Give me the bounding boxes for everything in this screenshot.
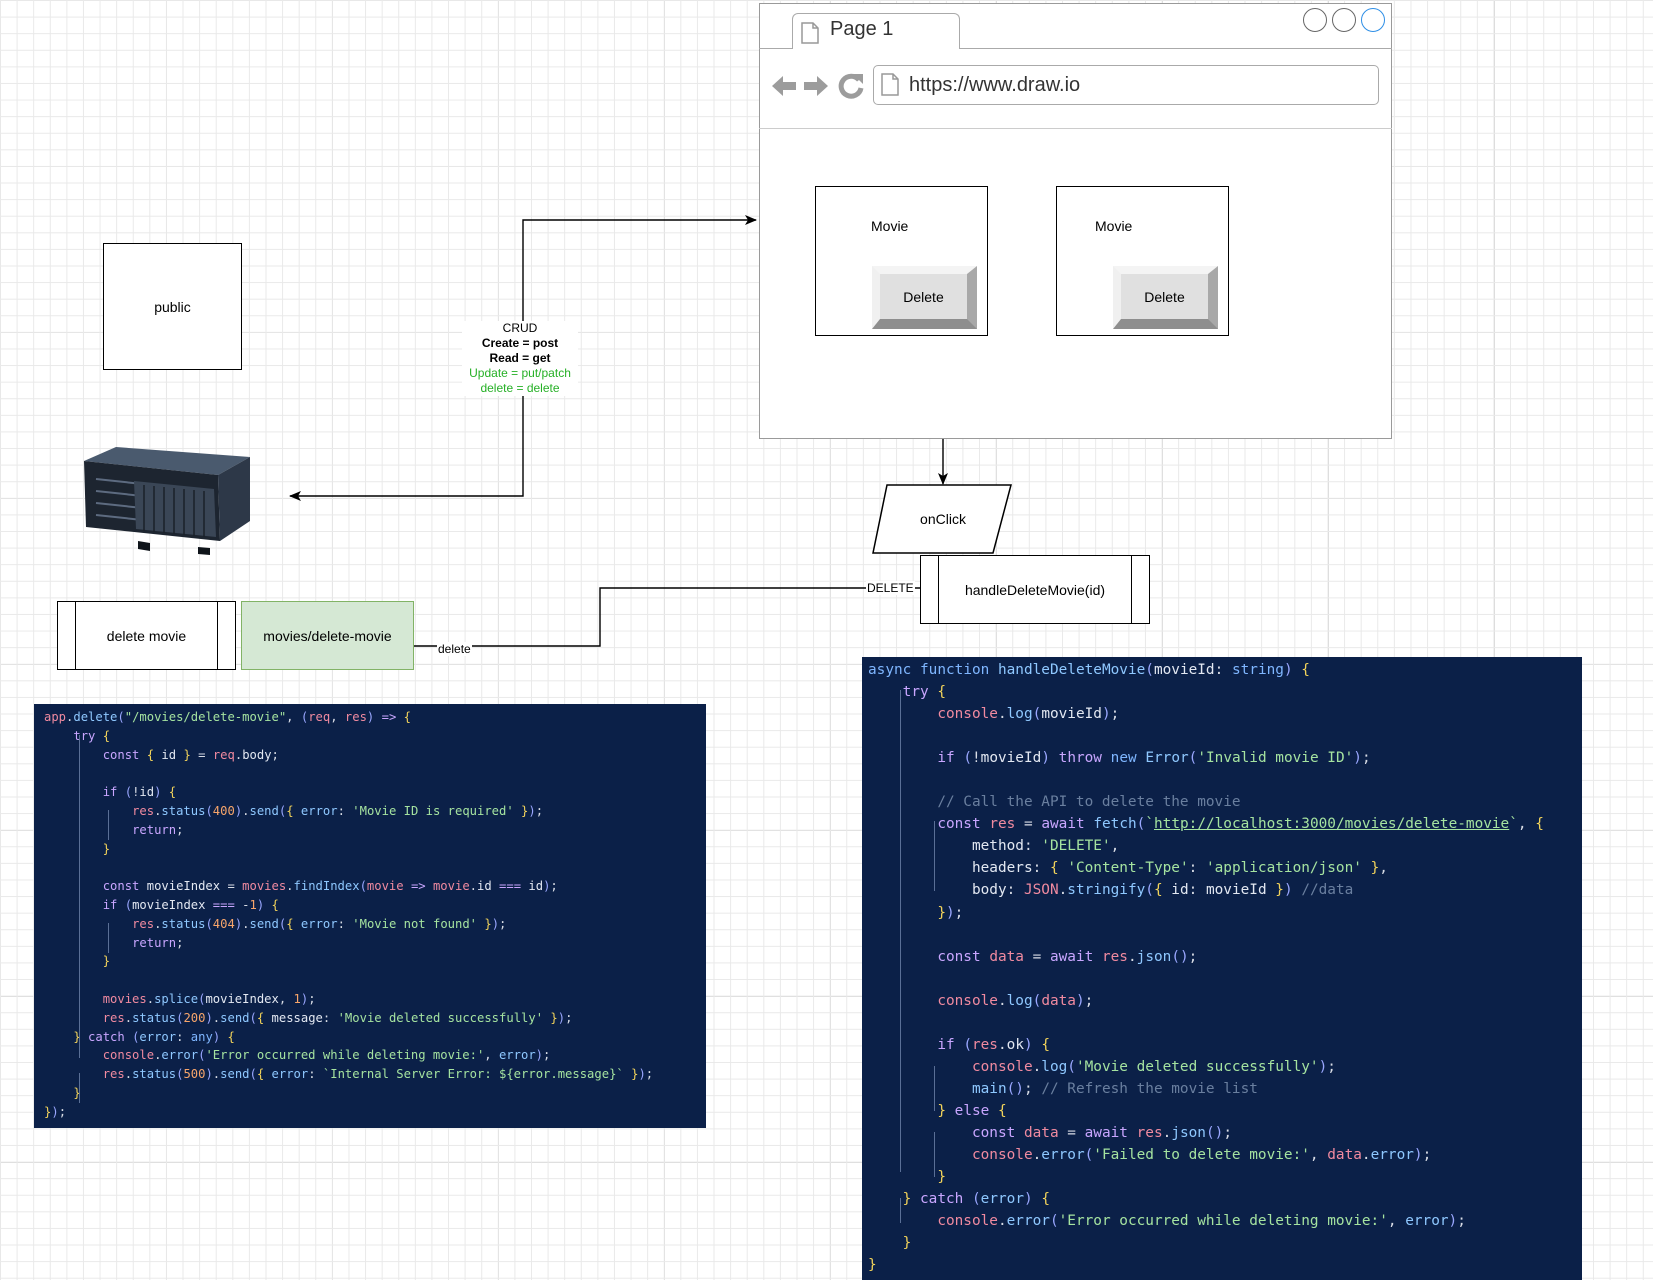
code-line: } catch (error) { [902,1191,1051,1208]
code-line: const movieIndex = movies.findIndex(movi… [102,879,558,894]
indent-guide [900,690,901,1172]
crud-create: Create = post [481,336,559,350]
code-line: // Call the API to delete the movie [937,794,1241,811]
code-line: console.error('Error occurred while dele… [102,1048,551,1063]
tab-title: Page 1 [830,18,894,40]
server-code-panel: app.delete("/movies/delete-movie", (req,… [34,704,706,1128]
code-line: movies.splice(movieIndex, 1); [102,991,316,1006]
indent-guide [900,1198,901,1223]
window-button-close[interactable] [1361,8,1385,32]
crud-update: Update = put/patch [469,366,571,380]
code-line: method: 'DELETE', [971,838,1120,855]
window-button-minimize[interactable] [1303,8,1327,32]
code-line: if (!id) { [102,785,177,800]
code-line: } [902,1235,912,1252]
movie-card-1-label: Movie [871,218,909,234]
delete-edge-label: delete [437,642,472,656]
movie-card-2-delete-button[interactable]: Delete [1113,266,1218,329]
code-line: } catch (error: any) { [73,1029,235,1044]
delete-movie-node[interactable]: delete movie [57,601,236,670]
back-arrow-icon[interactable] [770,72,798,100]
server-icon [84,447,250,555]
onclick-label: onClick [920,511,966,527]
code-line: } [102,954,111,969]
indent-guide [934,1132,935,1177]
code-line: res.status(500).send({ error: `Internal … [102,1067,654,1082]
crud-title: CRUD [502,321,538,335]
movie-card-2-label: Movie [1095,218,1133,234]
url-page-icon [881,73,899,96]
code-line: try { [73,728,111,743]
browser-divider [759,128,1392,129]
code-line: } [937,1169,946,1186]
delete-method-edge-label: DELETE [866,581,915,595]
crud-edge-label: CRUD Create = post Read = get Update = p… [462,321,578,396]
server-code-block: app.delete("/movies/delete-movie", (req,… [34,704,706,1122]
code-line: console.error('Error occurred while dele… [937,1213,1466,1230]
code-line: }); [44,1104,67,1119]
indent-guide [79,1073,80,1103]
client-code-panel: async function handleDeleteMovie(movieId… [862,657,1582,1280]
code-line: }); [937,904,964,921]
client-code-block: async function handleDeleteMovie(movieId… [862,657,1582,1276]
handler-to-route-connector[interactable] [413,587,920,647]
url-text: https://www.draw.io [909,74,1081,96]
code-line: if (!movieId) throw new Error('Invalid m… [937,750,1371,767]
code-line: headers: { 'Content-Type': 'application/… [971,860,1388,877]
movie-card-1-delete-button[interactable]: Delete [872,266,977,329]
code-line: console.log(data); [937,992,1094,1009]
forward-arrow-icon[interactable] [802,72,830,100]
route-node[interactable]: movies/delete-movie [241,601,414,670]
handle-delete-movie-node[interactable]: handleDeleteMovie(id) [920,555,1150,624]
code-line: app.delete("/movies/delete-movie", (req,… [44,710,411,724]
code-line: const { id } = req.body; [102,747,279,762]
crud-delete: delete = delete [480,381,560,395]
code-line: } else { [937,1102,1007,1119]
code-line: body: JSON.stringify({ id: movieId }) //… [971,882,1354,899]
code-line: } [73,1085,81,1100]
code-line: } [868,1257,877,1274]
code-line: const res = await fetch(`http://localhos… [937,816,1544,833]
indent-guide [934,1066,935,1111]
code-line: res.status(200).send({ message: 'Movie d… [102,1010,573,1025]
code-line: res.status(404).send({ error: 'Movie not… [132,916,507,931]
public-folder-node[interactable]: public [103,243,242,370]
code-line: } [102,841,111,856]
code-line: const data = await res.json(); [971,1124,1232,1141]
indent-guide [934,821,935,891]
code-line: if (movieIndex === -1) { [102,897,279,912]
window-button-maximize[interactable] [1332,8,1356,32]
code-line: res.status(400).send({ error: 'Movie ID … [132,803,544,818]
page-icon [801,22,819,44]
code-line: console.log(movieId); [937,706,1120,723]
reload-icon[interactable] [837,72,865,100]
code-line: if (res.ok) { [937,1036,1050,1053]
code-line: console.log('Movie deleted successfully'… [971,1058,1336,1075]
code-line: async function handleDeleteMovie(movieId… [868,662,1310,678]
indent-guide [108,923,109,953]
crud-connector-to-server[interactable] [289,395,524,501]
code-line: const data = await res.json(); [937,948,1198,965]
code-line: main(); // Refresh the movie list [971,1080,1258,1097]
code-line: return; [132,935,184,950]
code-line: console.error('Failed to delete movie:',… [971,1147,1432,1164]
code-line: try { [902,684,946,701]
code-line: return; [132,822,184,837]
indent-guide [108,810,109,840]
crud-read: Read = get [489,351,551,365]
indent-guide [79,735,80,1058]
